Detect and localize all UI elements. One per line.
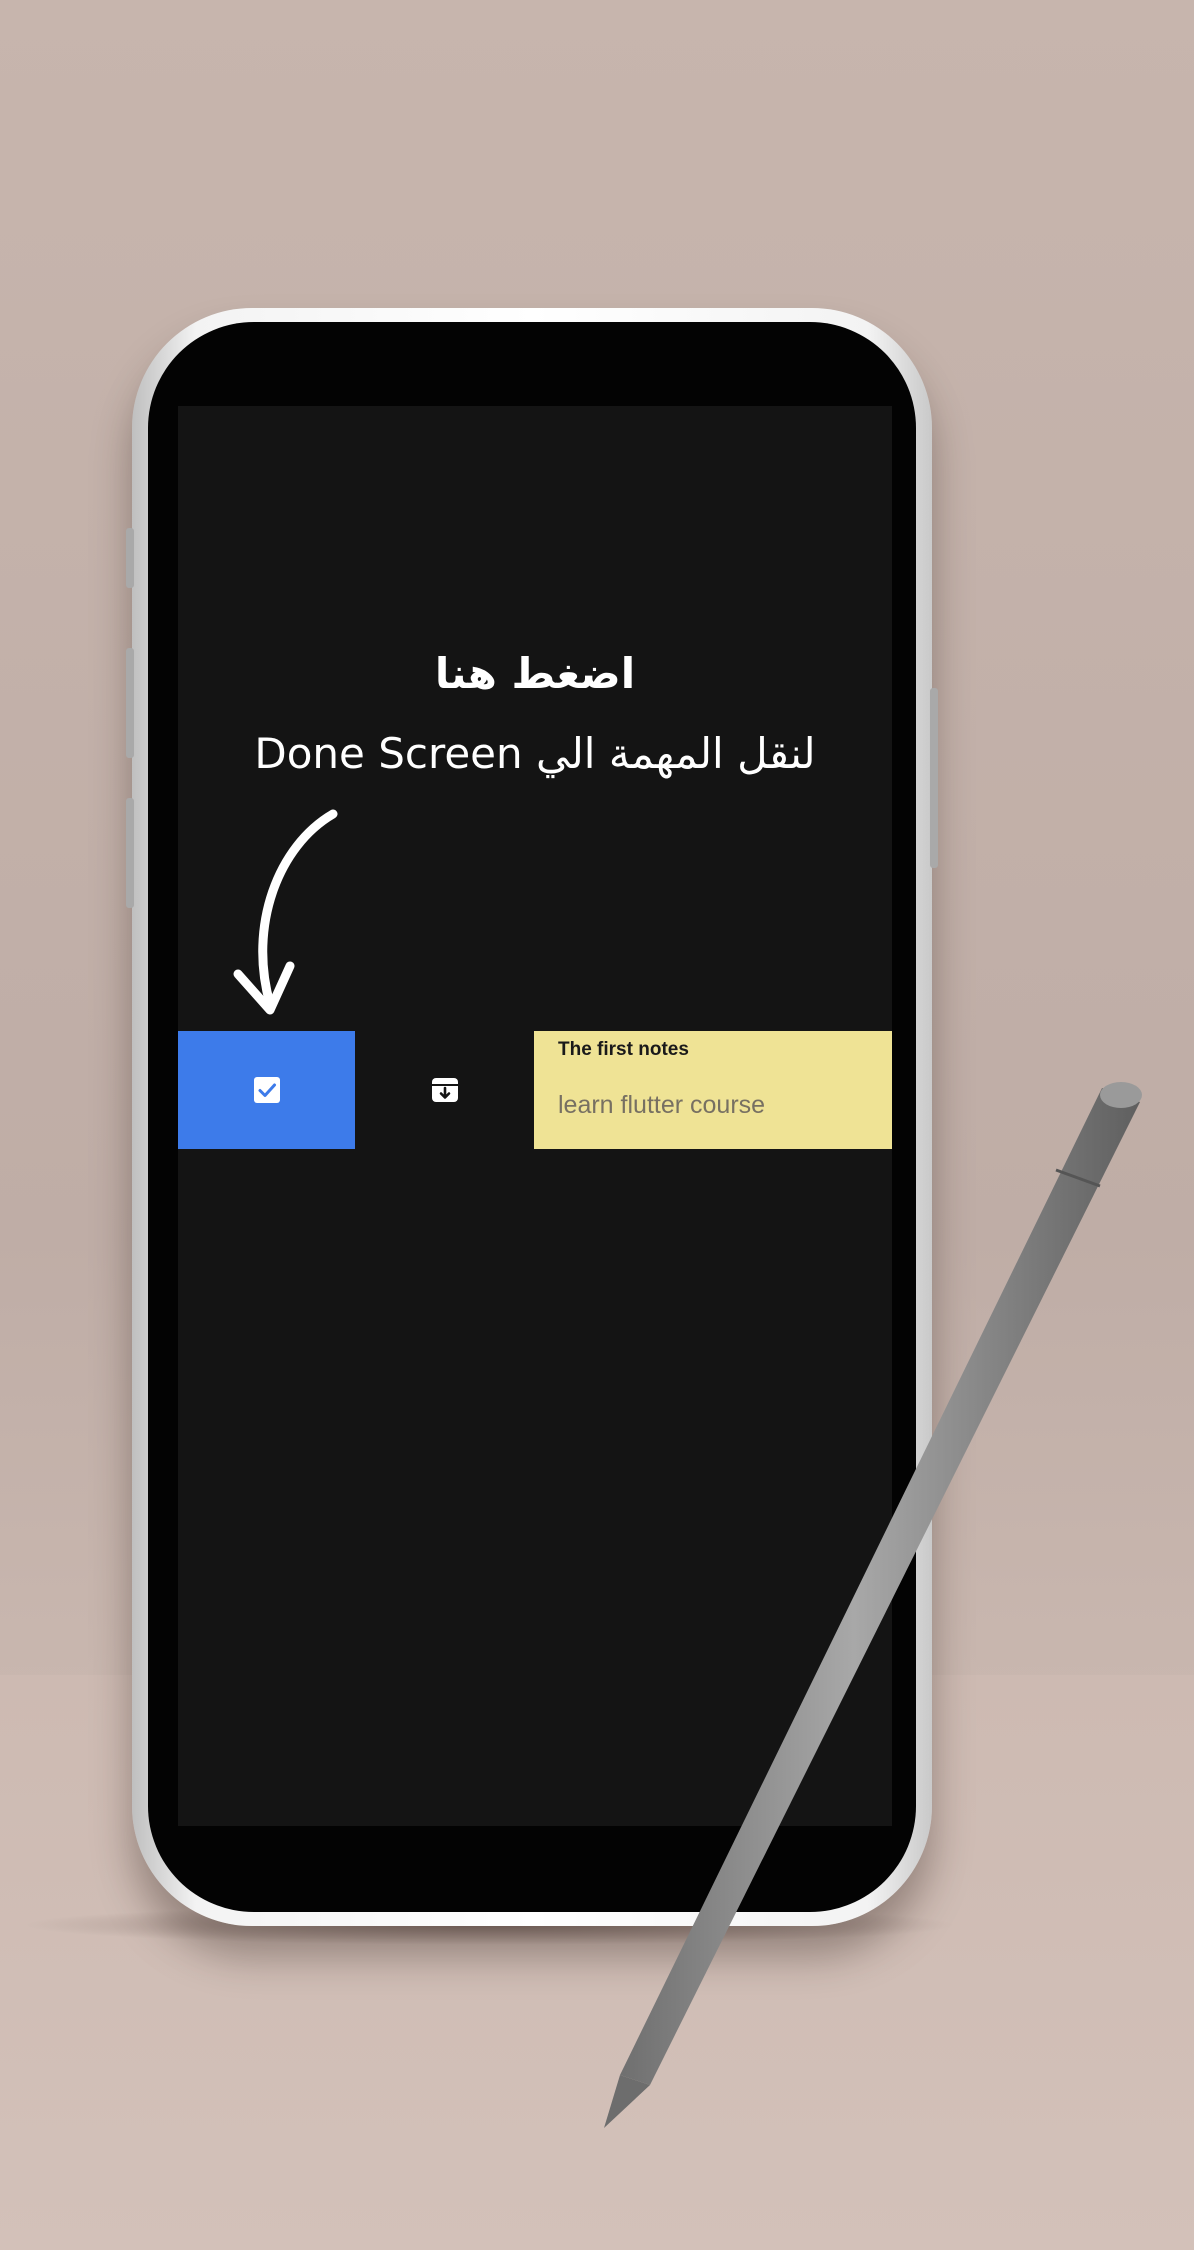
app-screen: اضغط هنا لنقل المهمة الي Done Screen The… — [178, 406, 892, 1826]
check-box-icon — [253, 1077, 280, 1103]
hint-subtitle: لنقل المهمة الي Done Screen — [254, 729, 816, 778]
curved-arrow-icon — [233, 809, 338, 1015]
note-card[interactable]: The first notes learn flutter course — [534, 1031, 892, 1149]
phone-button-volume-up — [126, 648, 134, 758]
archive-icon — [432, 1078, 458, 1102]
phone-button-top — [126, 528, 134, 588]
mark-done-button[interactable] — [178, 1031, 355, 1149]
phone-button-volume-down — [126, 798, 134, 908]
note-body: learn flutter course — [558, 1091, 766, 1119]
phone-button-power — [930, 688, 938, 868]
swipeable-note-row[interactable]: The first notes learn flutter course — [178, 1031, 892, 1149]
note-title: The first notes — [558, 1039, 689, 1060]
hint-title: اضغط هنا — [434, 649, 636, 698]
archive-button[interactable] — [355, 1031, 535, 1149]
